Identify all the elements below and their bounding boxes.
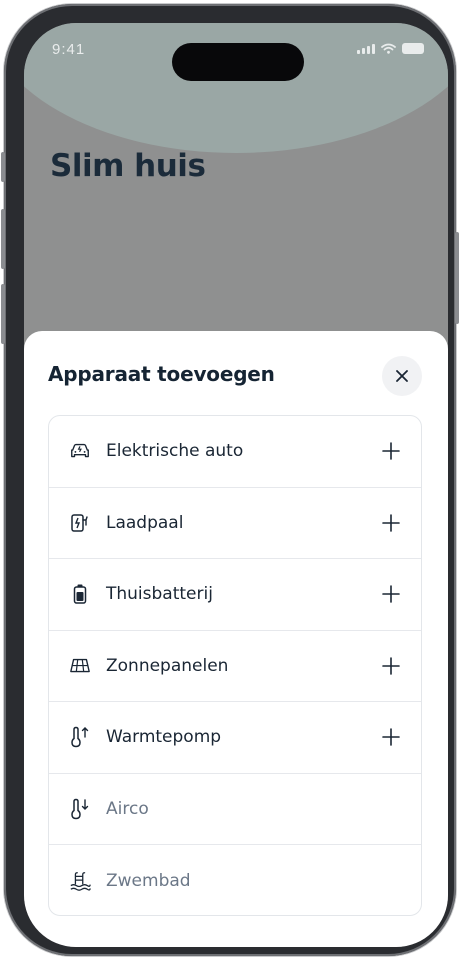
- sheet-title: Apparaat toevoegen: [48, 362, 275, 386]
- signal-icon: [357, 44, 375, 54]
- swimming-pool-icon: [69, 870, 91, 892]
- phone-frame: 9:41 Slim huis Apparaat toevoegen Elektr…: [1, 4, 459, 956]
- list-item-label: Warmtepomp: [106, 727, 222, 748]
- mute-switch: [1, 152, 5, 182]
- plus-icon[interactable]: [381, 513, 401, 533]
- plus-icon[interactable]: [381, 727, 401, 747]
- status-icons: [357, 43, 424, 54]
- list-item-label: Elektrische auto: [106, 441, 244, 462]
- solar-panel-icon: [69, 655, 91, 677]
- list-item-charging-station[interactable]: Laadpaal: [49, 488, 421, 559]
- volume-up-button: [1, 209, 5, 269]
- plus-icon[interactable]: [381, 584, 401, 604]
- battery-icon: [69, 583, 91, 605]
- list-item-label: Zwembad: [106, 870, 191, 891]
- list-item-label: Laadpaal: [106, 512, 184, 533]
- status-time: 9:41: [52, 41, 86, 58]
- list-item-solar-panels[interactable]: Zonnepanelen: [49, 631, 421, 702]
- wifi-icon: [381, 43, 396, 54]
- electric-car-icon: [69, 440, 91, 462]
- volume-down-button: [1, 284, 5, 344]
- list-item-heat-pump[interactable]: Warmtepomp: [49, 702, 421, 774]
- add-device-sheet: Apparaat toevoegen Elektrische auto Laad…: [24, 331, 448, 947]
- list-item-label: Zonnepanelen: [106, 655, 229, 676]
- power-button: [455, 232, 459, 324]
- charging-station-icon: [69, 512, 91, 534]
- list-item-electric-car[interactable]: Elektrische auto: [49, 416, 421, 488]
- list-item-label: Thuisbatterij: [106, 584, 213, 605]
- plus-icon[interactable]: [381, 656, 401, 676]
- screen: 9:41 Slim huis Apparaat toevoegen Elektr…: [24, 23, 448, 947]
- list-item-home-battery[interactable]: Thuisbatterij: [49, 559, 421, 631]
- list-item-label: Airco: [106, 798, 149, 819]
- dynamic-island: [172, 43, 304, 81]
- plus-icon[interactable]: [381, 441, 401, 461]
- page-title: Slim huis: [50, 148, 206, 184]
- close-icon: [396, 370, 408, 382]
- airco-icon: [69, 798, 91, 820]
- list-item-airco: Airco: [49, 774, 421, 845]
- list-item-swimming-pool: Zwembad: [49, 845, 421, 915]
- device-list: Elektrische auto Laadpaal Thuisbatterij …: [48, 415, 422, 916]
- heat-pump-icon: [69, 726, 91, 748]
- close-button[interactable]: [382, 356, 422, 396]
- battery-status-icon: [402, 43, 424, 54]
